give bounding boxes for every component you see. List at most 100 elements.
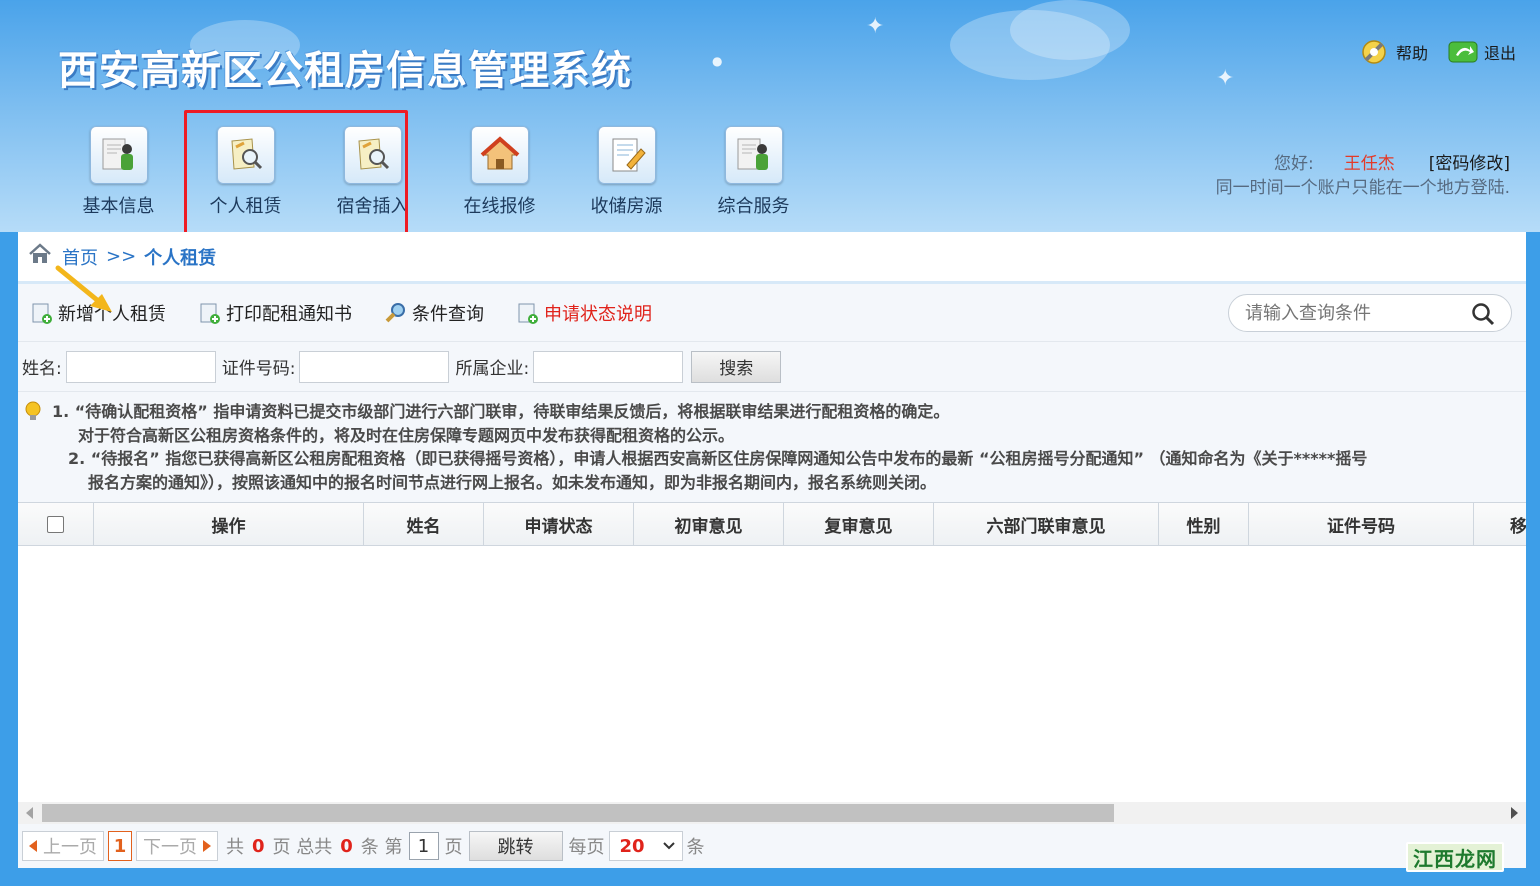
logout-link[interactable]: 退出	[1484, 40, 1516, 64]
column-header[interactable]: 证件号码	[1249, 503, 1474, 545]
nav-item-storage-housing[interactable]: 收储房源	[563, 126, 690, 222]
user-info: 您好: 王任杰 [密码修改] 同一时间一个账户只能在一个地方登陆.	[1216, 152, 1510, 200]
watermark-logo: 江西龙网	[1406, 842, 1504, 872]
note-line: 1. “待确认配租资格” 指申请资料已提交市级部门进行六部门联审，待联审结果反馈…	[52, 402, 950, 421]
breadcrumb: 首页 >> 个人租赁	[18, 232, 1526, 284]
column-header[interactable]: 六部门联审意见	[934, 503, 1159, 545]
greeting-label: 您好:	[1274, 154, 1314, 174]
search-icon[interactable]	[1471, 302, 1495, 326]
nav-label: 个人租赁	[209, 196, 282, 217]
total-pages: 0	[252, 835, 265, 857]
breadcrumb-separator: >>	[106, 246, 137, 267]
next-page-label: 下一页	[143, 837, 197, 858]
nav-label: 基本信息	[82, 196, 155, 217]
main-nav: 基本信息 个人租赁 宿舍插入 在线报修 收储房源 综合服务	[55, 126, 817, 222]
records-suffix: 条 第	[360, 837, 403, 858]
house-icon	[470, 126, 529, 184]
magnifier-icon	[384, 301, 408, 325]
next-arrow-icon	[203, 840, 211, 852]
star-decoration: ✦	[866, 14, 885, 39]
nav-label: 宿舍插入	[336, 196, 409, 217]
toolbar: 新增个人租赁 打印配租通知书 条件查询 申请状态说明	[18, 284, 1526, 342]
nav-item-general-service[interactable]: 综合服务	[690, 126, 817, 222]
add-doc-icon	[516, 301, 540, 325]
column-header[interactable]: 操作	[94, 503, 364, 545]
add-rental-button[interactable]: 新增个人租赁	[30, 300, 166, 326]
star-decoration: ✦	[1216, 66, 1235, 91]
per-page-suffix: 条	[686, 837, 705, 858]
help-link[interactable]: 帮助	[1396, 40, 1428, 64]
column-header[interactable]: 申请状态	[484, 503, 634, 545]
page-suffix: 页	[444, 837, 463, 858]
table-header: 操作 姓名 申请状态 初审意见 复审意见 六部门联审意见 性别 证件号码 移	[18, 502, 1526, 546]
cloud-decoration	[1010, 0, 1130, 60]
login-notice: 同一时间一个账户只能在一个地方登陆.	[1215, 178, 1510, 198]
id-number-input[interactable]	[299, 350, 450, 383]
prev-page-button[interactable]: 上一页	[22, 831, 104, 861]
column-header[interactable]: 移	[1474, 503, 1526, 545]
star-decoration: ●	[712, 54, 723, 68]
company-input[interactable]	[533, 350, 684, 383]
jump-button[interactable]: 跳转	[468, 831, 563, 861]
search-doc-icon	[343, 126, 402, 184]
table-body	[18, 546, 1526, 790]
status-description-label: 申请状态说明	[544, 303, 652, 325]
quick-search-input[interactable]	[1245, 302, 1455, 324]
total-prefix: 共	[226, 837, 244, 858]
main-panel: 首页 >> 个人租赁 新增个人租赁 打印配租通知书 条件查询 申请状态说明 姓名…	[18, 232, 1526, 868]
print-notice-label: 打印配租通知书	[226, 303, 352, 325]
scrollbar-thumb[interactable]	[42, 804, 1114, 822]
breadcrumb-home[interactable]: 首页	[62, 244, 98, 270]
total-records: 0	[340, 835, 353, 857]
page-size-select[interactable]: 20	[608, 831, 683, 861]
company-label: 所属企业:	[455, 359, 530, 379]
breadcrumb-current: 个人租赁	[144, 247, 217, 269]
scroll-right-icon[interactable]	[1511, 807, 1518, 819]
user-line: 您好: 王任杰 [密码修改]	[1216, 152, 1510, 176]
home-icon[interactable]	[28, 243, 52, 270]
help-icon[interactable]	[1358, 36, 1390, 68]
status-notes: 1. “待确认配租资格” 指申请资料已提交市级部门进行六部门联审，待联审结果反馈…	[18, 392, 1526, 502]
status-description-button[interactable]: 申请状态说明	[516, 300, 652, 326]
chevron-down-icon	[662, 842, 675, 850]
print-notice-button[interactable]: 打印配租通知书	[198, 300, 352, 326]
column-header[interactable]: 初审意见	[634, 503, 784, 545]
select-all-checkbox[interactable]	[47, 515, 64, 533]
next-page-button[interactable]: 下一页	[136, 831, 218, 861]
system-title: 西安高新区公租房信息管理系统	[58, 48, 632, 94]
id-number-label: 证件号码:	[221, 359, 296, 379]
nav-label: 收储房源	[590, 196, 663, 217]
nav-item-personal-rent[interactable]: 个人租赁	[182, 126, 309, 222]
change-password-link[interactable]: [密码修改]	[1429, 154, 1510, 174]
name-input[interactable]	[65, 350, 216, 383]
condition-query-button[interactable]: 条件查询	[384, 300, 484, 326]
horizontal-scrollbar[interactable]	[18, 802, 1526, 824]
name-label: 姓名:	[22, 359, 62, 379]
search-doc-icon	[216, 126, 275, 184]
person-doc-icon	[89, 126, 148, 184]
column-header[interactable]: 姓名	[364, 503, 484, 545]
add-doc-icon	[30, 301, 54, 325]
nav-label: 综合服务	[717, 196, 790, 217]
add-doc-icon	[198, 301, 222, 325]
page-number-input[interactable]: 1	[408, 832, 439, 860]
search-button[interactable]: 搜索	[691, 350, 782, 383]
column-header[interactable]: 复审意见	[784, 503, 934, 545]
note-line: 报名方案的通知》），按照该通知中的报名时间节点进行网上报名。如未发布通知，即为非…	[88, 472, 937, 492]
nav-item-online-repair[interactable]: 在线报修	[436, 126, 563, 222]
current-page-number[interactable]: 1	[108, 831, 132, 861]
nav-item-basic-info[interactable]: 基本信息	[55, 126, 182, 222]
note-line: 对于符合高新区公租房资格条件的，将及时在住房保障专题网页中发布获得配租资格的公示…	[78, 425, 735, 445]
scroll-left-icon[interactable]	[26, 807, 33, 819]
user-name: 王任杰	[1343, 154, 1395, 174]
lightbulb-icon	[22, 400, 44, 424]
per-page-label: 每页	[568, 837, 605, 858]
nav-item-dorm-insert[interactable]: 宿舍插入	[309, 126, 436, 222]
app-header: ✦ ✦ ● 西安高新区公租房信息管理系统 帮助 退出 基本信息 个人租赁 宿舍插…	[0, 0, 1540, 232]
person-doc-icon	[724, 126, 783, 184]
logout-icon[interactable]	[1446, 36, 1478, 68]
add-rental-label: 新增个人租赁	[58, 303, 166, 325]
nav-label: 在线报修	[463, 196, 536, 217]
filter-bar: 姓名: 证件号码: 所属企业: 搜索	[18, 342, 1526, 392]
column-header[interactable]: 性别	[1159, 503, 1249, 545]
